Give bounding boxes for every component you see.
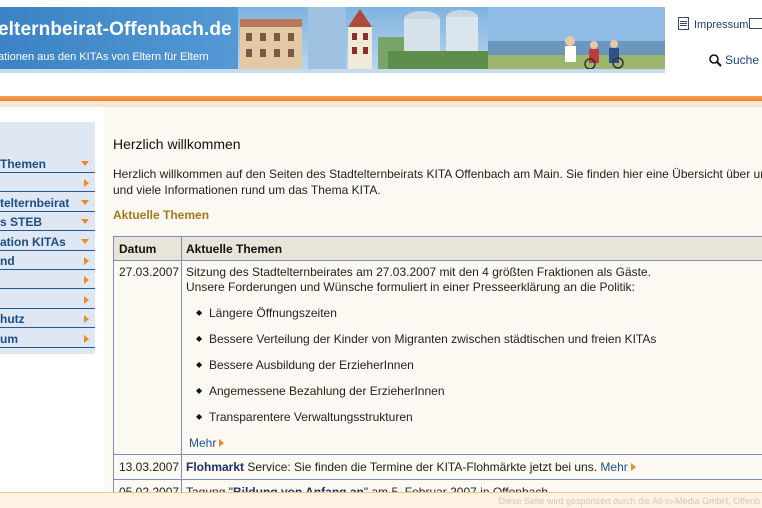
row-date: 13.03.2007	[119, 460, 180, 474]
header: elternbeirat-Offenbach.de ationen aus de…	[0, 0, 762, 96]
search-link[interactable]: Suche	[709, 53, 759, 67]
nav-item-steb[interactable]: s STEB	[0, 214, 95, 231]
list-item: Transparentere Verwaltungsstrukturen	[196, 410, 413, 424]
chevron-right-icon	[84, 315, 89, 323]
intro-text: Herzlich willkommen auf den Seiten des S…	[113, 167, 762, 197]
sidebar: Themen telternbeirat s STEB ation KITAs …	[0, 122, 95, 354]
site-subtitle: ationen aus den KITAs von Eltern für Elt…	[0, 51, 209, 63]
impressum-label: Impressum	[694, 19, 749, 31]
nav-item-kitas[interactable]: ation KITAs	[0, 234, 95, 251]
news-table: Datum Aktuelle Themen 27.03.2007 Sitzung…	[113, 236, 762, 498]
chevron-right-icon	[84, 257, 89, 265]
banner: elternbeirat-Offenbach.de ationen aus de…	[0, 7, 665, 69]
search-label: Suche	[725, 53, 760, 67]
nav-item-stadtelternbeirat[interactable]: telternbeirat	[0, 195, 95, 212]
chevron-right-icon	[84, 335, 89, 343]
col-topics-header: Aktuelle Themen	[186, 242, 283, 256]
chevron-right-icon	[84, 276, 89, 284]
impressum-link[interactable]: Impressum	[678, 17, 748, 31]
row-text: Unsere Forderungen und Wünsche formulier…	[186, 280, 635, 294]
row-date: 27.03.2007	[119, 265, 180, 279]
search-icon	[709, 54, 722, 67]
nav-item-schutz[interactable]: hutz	[0, 311, 95, 328]
nav-item-8[interactable]	[0, 292, 95, 309]
list-item: Bessere Ausbildung der ErzieherInnen	[196, 358, 414, 372]
chevron-down-icon	[81, 161, 89, 166]
more-link[interactable]: Mehr	[189, 436, 225, 450]
main-content: Herzlich willkommen Herzlich willkommen …	[104, 107, 762, 498]
chevron-right-icon	[630, 463, 636, 471]
flohmarkt-link[interactable]: Flohmarkt	[186, 460, 244, 474]
chevron-down-icon	[81, 200, 89, 205]
nav-item-nd[interactable]: nd	[0, 253, 95, 270]
mail-icon[interactable]	[749, 18, 762, 29]
col-date-header: Datum	[119, 242, 157, 256]
more-link[interactable]: Mehr	[600, 460, 627, 474]
section-title: Aktuelle Themen	[113, 208, 210, 222]
site-title[interactable]: elternbeirat-Offenbach.de	[0, 19, 232, 41]
row-text: Sitzung des Stadtelternbeirates am 27.03…	[186, 265, 651, 279]
column-divider	[181, 237, 182, 497]
list-item: Längere Öffnungszeiten	[196, 306, 337, 320]
nav-item-forum[interactable]: um	[0, 331, 95, 348]
page: elternbeirat-Offenbach.de ationen aus de…	[0, 0, 762, 508]
list-item: Bessere Verteilung der Kinder von Migran…	[196, 332, 656, 346]
banner-shadow	[0, 69, 665, 73]
chevron-down-icon	[81, 239, 89, 244]
row-divider	[114, 479, 762, 480]
page-title: Herzlich willkommen	[113, 136, 241, 152]
footer-sponsor-text: Diese Seite wird gesponsert durch die Al…	[498, 496, 760, 506]
footer: Diese Seite wird gesponsert durch die Al…	[0, 492, 762, 508]
document-icon	[678, 17, 689, 30]
table-header: Datum Aktuelle Themen	[114, 237, 762, 261]
nav-item-7[interactable]	[0, 272, 95, 289]
row-divider	[114, 454, 762, 455]
nav-item-2[interactable]	[0, 175, 95, 192]
chevron-down-icon	[81, 219, 89, 224]
row-text: Flohmarkt Service: Sie finden die Termin…	[186, 460, 636, 474]
list-item: Angemessene Bezahlung der ErzieherInnen	[196, 384, 444, 398]
chevron-right-icon	[84, 179, 89, 187]
banner-photo	[238, 7, 665, 69]
nav-item-themen[interactable]: Themen	[0, 156, 95, 173]
chevron-right-icon	[219, 439, 225, 447]
chevron-right-icon	[84, 296, 89, 304]
